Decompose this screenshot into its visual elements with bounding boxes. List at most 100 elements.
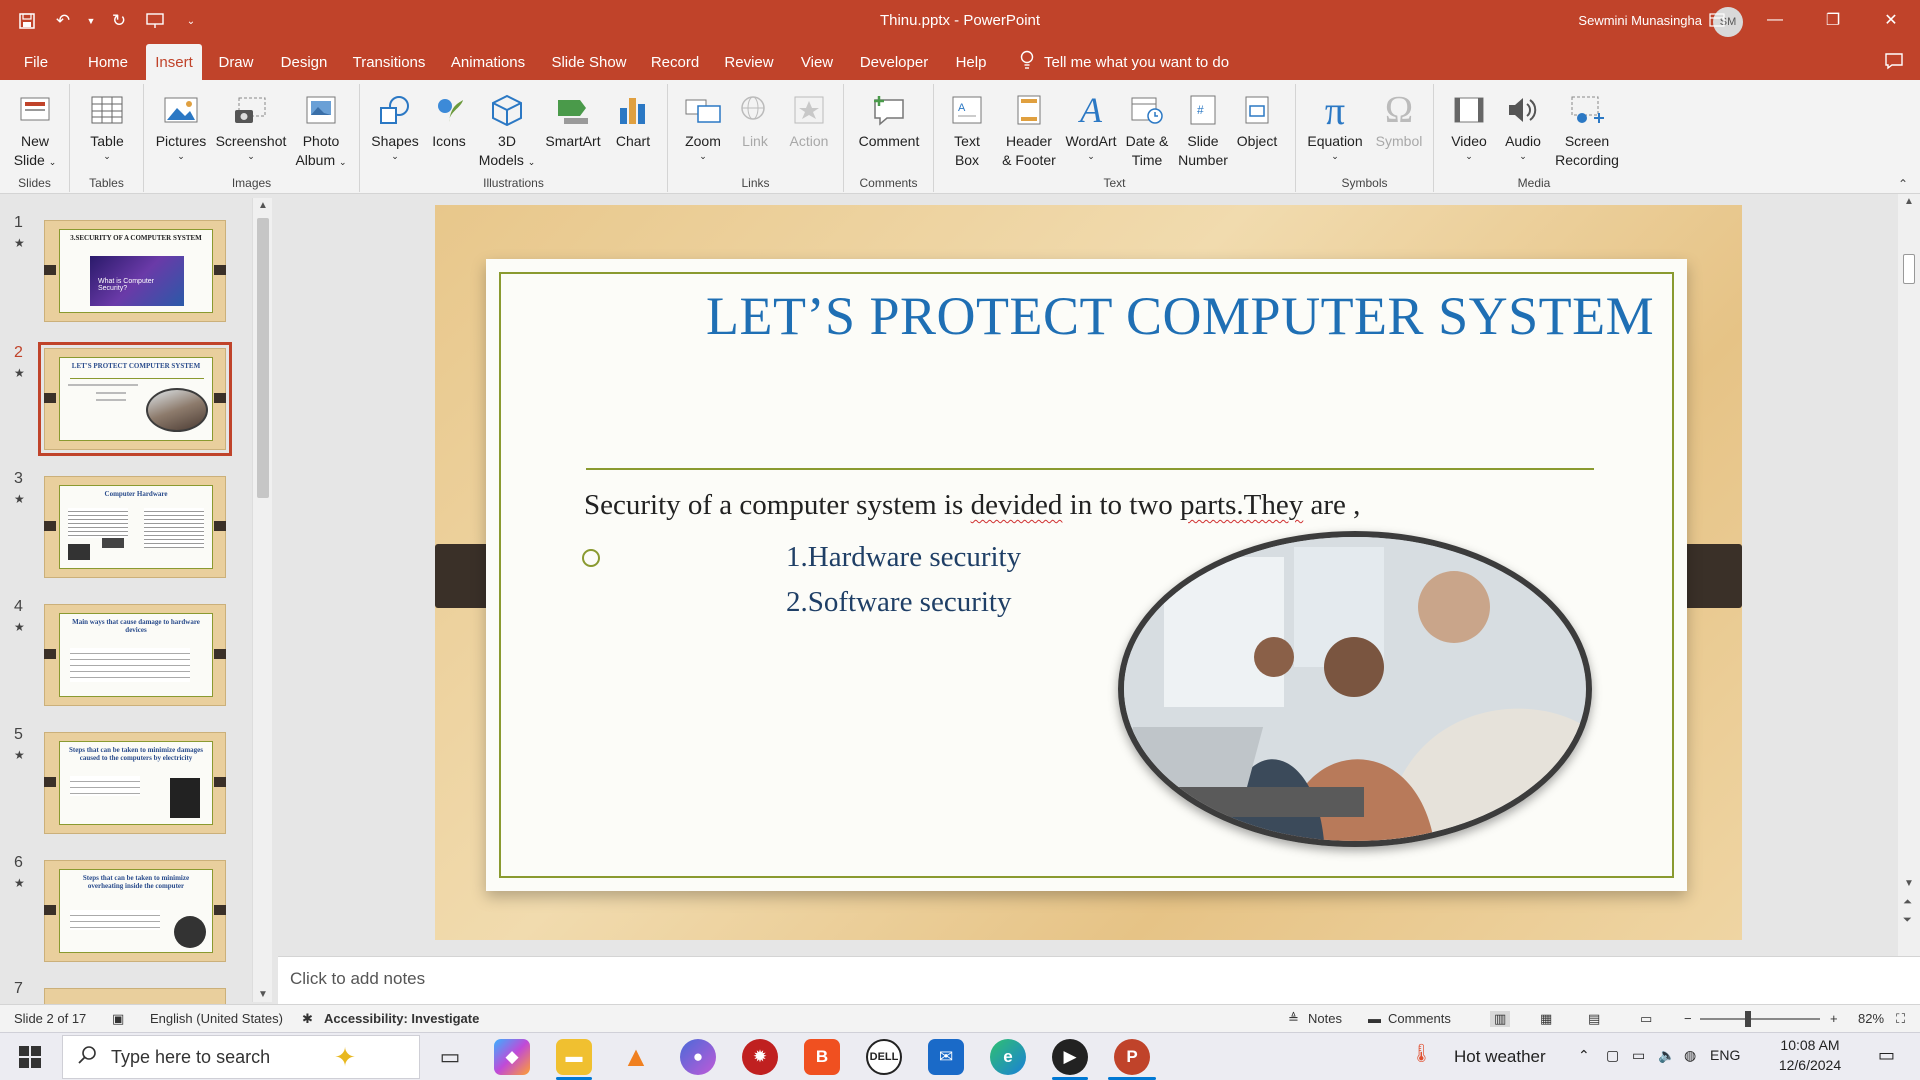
slide-thumbnail-6[interactable]: Steps that can be taken to minimize over… <box>44 860 226 962</box>
3d-models-button[interactable]: 3D Models ⌄ <box>476 88 538 170</box>
zoom-slider-handle[interactable] <box>1745 1011 1751 1027</box>
app-sphere-icon[interactable]: ● <box>680 1039 716 1075</box>
file-explorer-icon[interactable]: ▬ <box>556 1039 592 1075</box>
audio-button[interactable]: Audio ⌄ <box>1492 88 1554 161</box>
slide-thumbnail-3[interactable]: Computer Hardware <box>44 476 226 578</box>
tab-view[interactable]: View <box>792 44 842 80</box>
slide-number-button[interactable]: # Slide Number <box>1172 88 1234 170</box>
brave-browser-icon[interactable]: B <box>804 1039 840 1075</box>
tab-record[interactable]: Record <box>644 44 706 80</box>
scroll-down-icon[interactable]: ▼ <box>258 989 268 1000</box>
zoom-level[interactable]: 82% <box>1858 1011 1884 1026</box>
next-slide-icon[interactable]: ⏷ <box>1903 914 1912 927</box>
pictures-button[interactable]: Pictures ⌄ <box>150 88 212 161</box>
wordart-button[interactable]: A WordArt ⌄ <box>1060 88 1122 162</box>
ribbon-display-icon[interactable] <box>1688 0 1746 40</box>
mail-icon[interactable]: ✉ <box>928 1039 964 1075</box>
people-at-computer-photo[interactable] <box>1118 531 1592 847</box>
user-name[interactable]: Sewmini Munasingha <box>1578 13 1702 28</box>
thumbnail-scrollbar[interactable]: ▲ ▼ <box>252 198 272 1002</box>
comments-toggle[interactable]: Comments <box>1388 1011 1451 1026</box>
notification-center-icon[interactable]: ▭ <box>1878 1045 1895 1066</box>
slide-thumbnail-7[interactable] <box>44 988 226 1004</box>
table-button[interactable]: Table ⌄ <box>76 88 138 161</box>
weather-text[interactable]: Hot weather <box>1454 1047 1546 1067</box>
header-footer-button[interactable]: Header & Footer <box>994 88 1064 170</box>
date-time-button[interactable]: Date & Time <box>1116 88 1178 170</box>
tab-slide-show[interactable]: Slide Show <box>546 44 632 80</box>
globe-icon[interactable]: ◍ <box>1684 1047 1696 1064</box>
windows-start-icon[interactable] <box>10 1041 50 1073</box>
copilot-icon[interactable]: ◆ <box>494 1039 530 1075</box>
tab-developer[interactable]: Developer <box>852 44 936 80</box>
icons-button[interactable]: Icons <box>418 88 480 151</box>
clock[interactable]: 10:08 AM 12/6/2024 <box>1772 1037 1848 1073</box>
notes-placeholder[interactable]: Click to add notes <box>290 969 425 989</box>
point-software-security[interactable]: 2.Software security <box>786 586 1012 619</box>
tab-help[interactable]: Help <box>946 44 996 80</box>
slide-thumbnail-4[interactable]: Main ways that cause damage to hardware … <box>44 604 226 706</box>
comments-icon[interactable]: ▬ <box>1368 1011 1381 1026</box>
notes-pane[interactable]: Click to add notes <box>278 956 1920 1004</box>
close-icon[interactable]: ✕ <box>1862 0 1920 40</box>
volume-icon[interactable]: 🔈 <box>1658 1047 1675 1064</box>
vlc-icon[interactable]: ▲ <box>618 1039 654 1075</box>
thumbnail-scroll-thumb[interactable] <box>257 218 269 498</box>
current-slide[interactable]: LET’S PROTECT COMPUTER SYSTEM Security o… <box>435 205 1742 940</box>
slide-vertical-scrollbar[interactable]: ▲ ▼ ⏶ ⏷ <box>1898 194 1920 956</box>
tab-review[interactable]: Review <box>716 44 782 80</box>
slide-scroll-thumb[interactable] <box>1903 254 1915 284</box>
slide-thumbnail-2[interactable]: LET'S PROTECT COMPUTER SYSTEM <box>38 342 232 456</box>
comments-pane-icon[interactable] <box>1884 52 1904 75</box>
action-button[interactable]: Action <box>778 88 840 151</box>
tab-insert[interactable]: Insert <box>146 44 202 80</box>
video-button[interactable]: Video ⌄ <box>1438 88 1500 161</box>
fit-slide-icon[interactable]: ⛶ <box>1896 1011 1905 1027</box>
slide-sorter-icon[interactable]: ▦ <box>1540 1011 1552 1027</box>
taskbar-search-box[interactable]: Type here to search ✦ <box>62 1035 420 1079</box>
spellcheck-icon[interactable]: ▣ <box>112 1011 124 1027</box>
slide-show-icon[interactable]: ▭ <box>1640 1011 1652 1027</box>
scroll-down-icon[interactable]: ▼ <box>1904 878 1914 889</box>
point-hardware-security[interactable]: 1.Hardware security <box>786 541 1021 574</box>
shapes-button[interactable]: Shapes ⌄ <box>364 88 426 161</box>
slide-thumbnail-5[interactable]: Steps that can be taken to minimize dama… <box>44 732 226 834</box>
smartart-button[interactable]: SmartArt <box>538 88 608 151</box>
zoom-in-icon[interactable]: + <box>1830 1011 1838 1026</box>
notes-icon[interactable]: ≜ <box>1288 1011 1299 1027</box>
equation-button[interactable]: π Equation ⌄ <box>1300 88 1370 161</box>
previous-slide-icon[interactable]: ⏶ <box>1903 896 1912 909</box>
tab-design[interactable]: Design <box>274 44 334 80</box>
normal-view-icon[interactable]: ▥ <box>1490 1011 1511 1027</box>
zoom-slider[interactable] <box>1700 1018 1820 1020</box>
scroll-up-icon[interactable]: ▲ <box>1904 196 1914 207</box>
zoom-out-icon[interactable]: − <box>1684 1011 1692 1026</box>
chart-button[interactable]: Chart <box>602 88 664 151</box>
dell-icon[interactable]: DELL <box>866 1039 902 1075</box>
powerpoint-icon[interactable]: P <box>1114 1039 1150 1075</box>
accessibility-status[interactable]: Accessibility: Investigate <box>324 1011 479 1026</box>
antivirus-icon[interactable]: ✹ <box>742 1039 778 1075</box>
minimize-icon[interactable]: — <box>1746 0 1804 40</box>
tab-draw[interactable]: Draw <box>208 44 264 80</box>
weather-icon[interactable]: 🌡 <box>1410 1043 1433 1064</box>
symbol-button[interactable]: Ω Symbol <box>1368 88 1430 151</box>
battery-icon[interactable]: ▭ <box>1632 1047 1645 1064</box>
misspelled-word[interactable]: parts.They <box>1180 489 1303 521</box>
media-player-icon[interactable]: ▶ <box>1052 1039 1088 1075</box>
restore-icon[interactable]: ❐ <box>1804 0 1862 40</box>
device-icon[interactable]: ▢ <box>1606 1047 1619 1064</box>
scroll-up-icon[interactable]: ▲ <box>258 200 268 211</box>
language-indicator-taskbar[interactable]: ENG <box>1710 1047 1740 1063</box>
text-box-button[interactable]: A Text Box <box>936 88 998 170</box>
screen-recording-button[interactable]: Screen Recording <box>1548 88 1626 170</box>
reading-view-icon[interactable]: ▤ <box>1588 1011 1600 1027</box>
collapse-ribbon-icon[interactable]: ⌃ <box>1898 177 1908 191</box>
notes-toggle[interactable]: Notes <box>1308 1011 1342 1026</box>
tab-file[interactable]: File <box>16 44 56 80</box>
tray-overflow-icon[interactable]: ⌃ <box>1578 1047 1590 1064</box>
tab-transitions[interactable]: Transitions <box>346 44 432 80</box>
task-view-icon[interactable]: ▭ <box>432 1039 468 1075</box>
slide-title[interactable]: LET’S PROTECT COMPUTER SYSTEM <box>706 285 1686 347</box>
tab-home[interactable]: Home <box>78 44 138 80</box>
